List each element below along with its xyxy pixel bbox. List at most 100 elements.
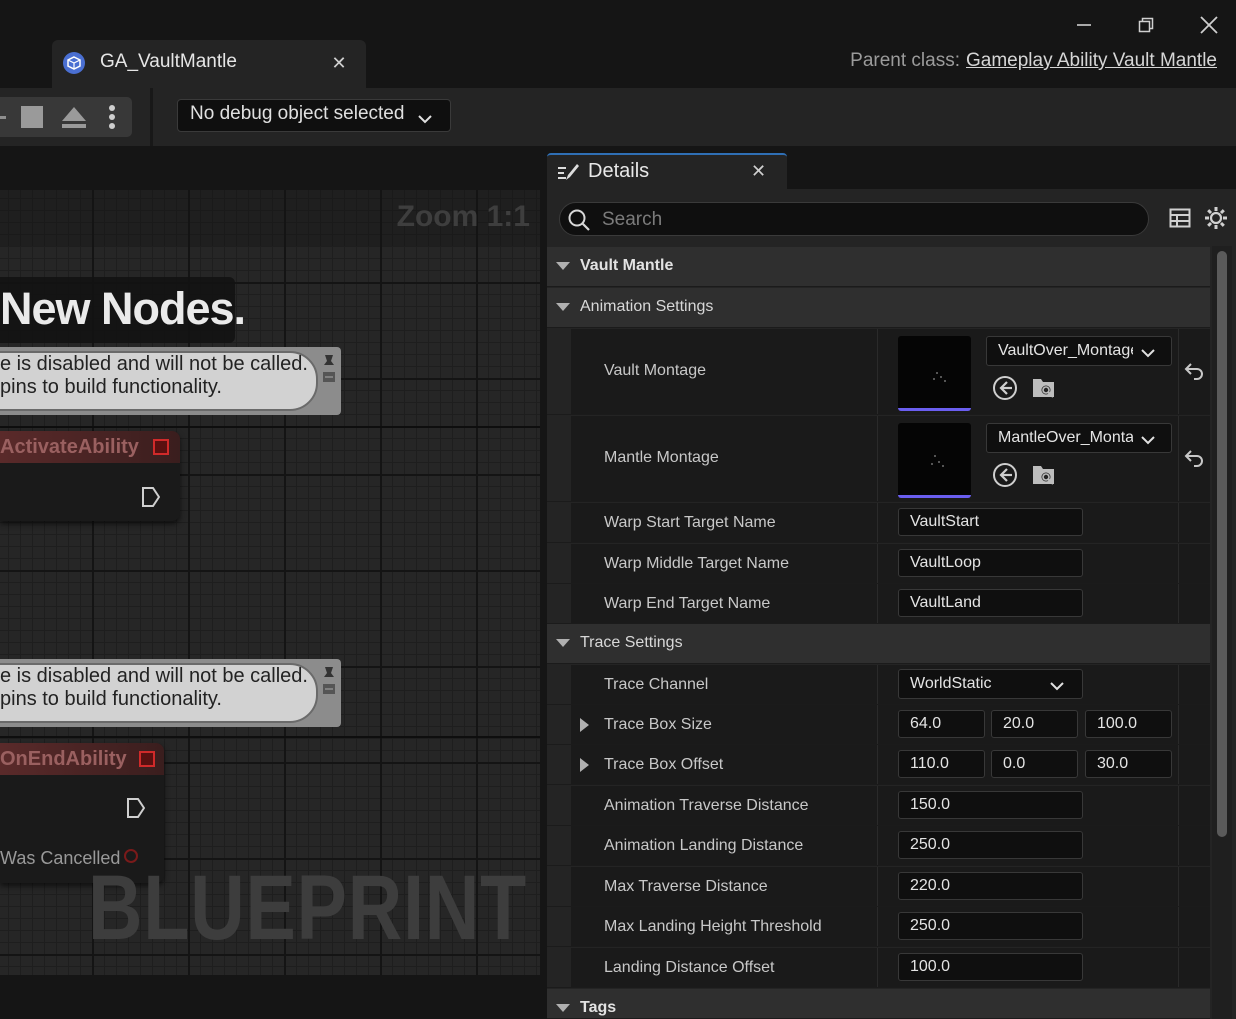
chevron-down-icon [418, 108, 432, 130]
property-mantle-montage: Mantle Montage MantleOver_Montage [547, 416, 1210, 502]
column-splitter[interactable] [877, 745, 878, 784]
asset-combo[interactable]: VaultOver_Montage [986, 336, 1172, 366]
property-vault-montage: Vault Montage VaultOver_Montage [547, 329, 1210, 415]
collapse-arrow-icon[interactable] [556, 639, 570, 647]
debug-object-select[interactable]: No debug object selected [177, 99, 451, 132]
animation-landing-distance-field[interactable]: 250.0 [898, 831, 1083, 859]
use-selected-icon[interactable] [992, 462, 1018, 488]
collapse-arrow-icon[interactable] [556, 262, 570, 270]
property-label: Animation Landing Distance [604, 837, 804, 854]
collapse-arrow-icon[interactable] [556, 303, 570, 311]
trace-box-size-y[interactable]: 20.0 [991, 710, 1078, 738]
exec-pin-icon[interactable] [142, 487, 161, 507]
tab-label: GA_VaultMantle [100, 51, 237, 72]
property-animation-landing-distance: Animation Landing Distance 250.0 [547, 826, 1210, 866]
comment-box-title[interactable]: New Nodes. [0, 277, 246, 343]
indent [547, 786, 571, 825]
details-search[interactable] [559, 202, 1149, 236]
eject-icon[interactable] [59, 104, 89, 132]
close-details-icon[interactable]: ✕ [751, 161, 766, 182]
pin-icon[interactable] [321, 353, 337, 385]
settings-gear-icon[interactable] [1203, 205, 1229, 231]
column-splitter[interactable] [877, 705, 878, 744]
trace-channel-select[interactable]: WorldStatic [898, 669, 1083, 699]
trace-box-offset-y[interactable]: 0.0 [991, 750, 1078, 778]
column-splitter[interactable] [877, 948, 878, 987]
column-splitter[interactable] [877, 826, 878, 865]
column-splitter [1178, 867, 1179, 906]
close-tab-icon[interactable]: ✕ [328, 52, 350, 74]
event-node-activate-ability[interactable]: ActivateAbility [0, 431, 180, 521]
exec-pin-icon[interactable] [127, 798, 146, 818]
details-tab-label: Details [588, 160, 650, 182]
browse-asset-icon[interactable] [1031, 374, 1057, 400]
warp-end-field[interactable]: VaultLand [898, 589, 1083, 617]
blueprint-watermark: BLUEPRINT [88, 857, 528, 959]
tab-details[interactable]: Details ✕ [547, 153, 787, 189]
close-window-icon[interactable] [1189, 8, 1229, 42]
category-animation-settings[interactable]: Animation Settings [547, 288, 1210, 328]
reset-to-default-icon[interactable] [1183, 447, 1205, 469]
category-tags[interactable]: Tags [547, 989, 1210, 1019]
table-view-icon[interactable] [1167, 205, 1193, 231]
search-icon [567, 208, 591, 232]
parent-class-link[interactable]: Gameplay Ability Vault Mantle [966, 50, 1217, 71]
expand-arrow-icon[interactable] [580, 718, 589, 732]
browse-asset-icon[interactable] [1031, 461, 1057, 487]
rewind-icon[interactable] [0, 116, 6, 119]
trace-box-offset-z[interactable]: 30.0 [1085, 750, 1172, 778]
warp-middle-field[interactable]: VaultLoop [898, 549, 1083, 577]
column-splitter[interactable] [877, 503, 878, 542]
use-selected-icon[interactable] [992, 375, 1018, 401]
tab-ga-vaultmantle[interactable]: GA_VaultMantle ✕ [52, 40, 366, 88]
column-splitter [1178, 907, 1179, 946]
details-panel: Vault Mantle Animation Settings Vault Mo… [547, 189, 1236, 1019]
category-vault-mantle[interactable]: Vault Mantle [547, 247, 1210, 287]
trace-box-size-z[interactable]: 100.0 [1085, 710, 1172, 738]
chevron-down-icon [1133, 345, 1171, 363]
animation-traverse-distance-field[interactable]: 150.0 [898, 791, 1083, 819]
delegate-pin-icon[interactable] [153, 439, 169, 455]
more-options-icon[interactable] [104, 102, 120, 132]
property-label: Landing Distance Offset [604, 959, 775, 976]
column-splitter[interactable] [877, 786, 878, 825]
reset-to-default-icon[interactable] [1183, 360, 1205, 382]
search-input[interactable] [600, 208, 1124, 232]
blueprint-graph[interactable]: Zoom 1:1 New Nodes. e is disabled and wi… [0, 190, 540, 975]
indent [547, 503, 571, 542]
delegate-pin-icon[interactable] [139, 751, 155, 767]
column-splitter[interactable] [877, 544, 878, 583]
category-trace-settings[interactable]: Trace Settings [547, 624, 1210, 664]
expand-arrow-icon[interactable] [580, 758, 589, 772]
stop-icon[interactable] [21, 106, 43, 128]
landing-distance-offset-field[interactable]: 100.0 [898, 953, 1083, 981]
column-splitter[interactable] [877, 665, 878, 704]
property-label: Trace Channel [604, 676, 709, 693]
restore-icon[interactable] [1126, 8, 1166, 42]
asset-thumbnail[interactable] [898, 336, 971, 411]
column-splitter[interactable] [877, 867, 878, 906]
column-splitter[interactable] [877, 907, 878, 946]
collapse-arrow-icon[interactable] [556, 1004, 570, 1012]
minimize-icon[interactable] [1064, 8, 1104, 42]
property-trace-box-offset: Trace Box Offset 110.0 0.0 30.0 [547, 745, 1210, 785]
pin-icon[interactable] [321, 665, 337, 697]
details-scrollbar[interactable] [1217, 251, 1227, 837]
details-pencil-icon [556, 160, 580, 184]
column-splitter[interactable] [877, 416, 878, 501]
column-splitter[interactable] [877, 329, 878, 414]
column-splitter [1178, 584, 1179, 623]
max-traverse-distance-field[interactable]: 220.0 [898, 872, 1083, 900]
property-warp-start-target-name: Warp Start Target Name VaultStart [547, 503, 1210, 543]
column-splitter[interactable] [877, 584, 878, 623]
property-trace-box-size: Trace Box Size 64.0 20.0 100.0 [547, 705, 1210, 745]
property-label: Max Landing Height Threshold [604, 918, 822, 935]
asset-thumbnail[interactable] [898, 423, 971, 498]
max-landing-height-threshold-field[interactable]: 250.0 [898, 912, 1083, 940]
graph-divider [0, 426, 540, 428]
asset-combo[interactable]: MantleOver_Montage [986, 423, 1172, 453]
trace-box-size-x[interactable]: 64.0 [898, 710, 985, 738]
property-label: Vault Montage [604, 362, 706, 379]
trace-box-offset-x[interactable]: 110.0 [898, 750, 985, 778]
warp-start-field[interactable]: VaultStart [898, 508, 1083, 536]
